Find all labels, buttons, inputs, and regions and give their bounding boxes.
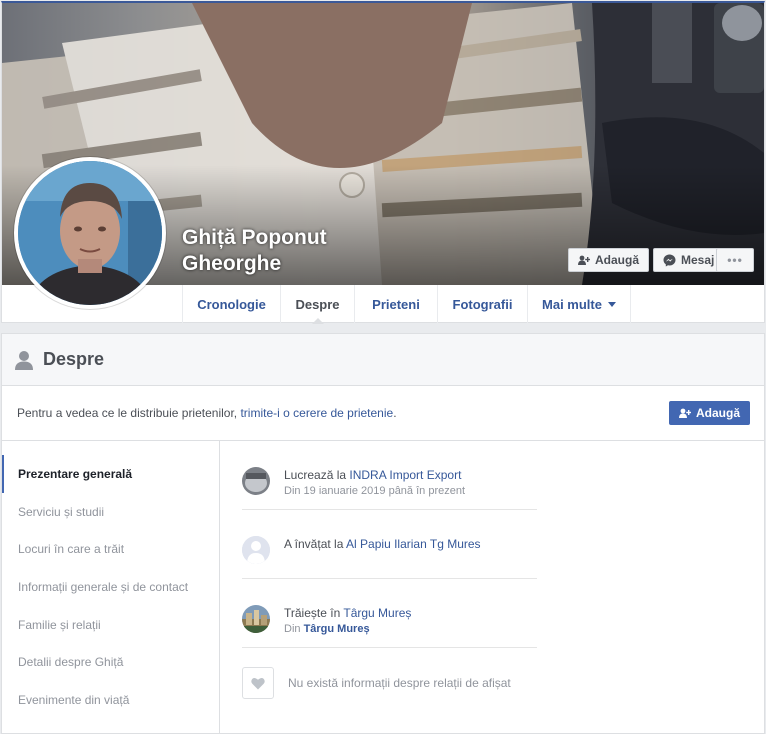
about-section: Despre Pentru a vedea ce le distribuie p… [1,333,765,734]
city-thumbnail-image [242,605,270,633]
nav-work-education[interactable]: Serviciu și studii [2,493,219,531]
school-thumbnail[interactable] [242,536,270,564]
tab-more[interactable]: Mai multe [528,285,631,323]
nav-family-relationships[interactable]: Familie și relații [2,606,219,644]
tab-more-label: Mai multe [542,296,602,312]
add-friend-button[interactable]: Adaugă [568,248,650,272]
overview-relationship: Nu există informații despre relații de a… [242,648,537,717]
overview-education: A învățat la Al Papiu Ilarian Tg Mures [242,510,537,579]
profile-name[interactable]: Ghiță Poponut Gheorghe [182,225,402,277]
friend-request-prompt: Pentru a vedea ce le distribuie prieteni… [17,406,397,420]
avatar [18,161,162,305]
city-thumbnail[interactable] [242,605,270,633]
tab-timeline[interactable]: Cronologie [183,285,281,323]
message-button[interactable]: Mesaj [653,248,725,272]
education-line: A învățat la Al Papiu Ilarian Tg Mures [284,536,481,552]
school-placeholder-icon [242,536,270,564]
nav-contact-info[interactable]: Informații generale și de contact [2,568,219,606]
work-prefix: Lucrează la [284,468,350,482]
add-friend-label: Adaugă [595,253,640,267]
overview-work: Lucrează la INDRA Import Export Din 19 i… [242,441,537,510]
current-city-link[interactable]: Târgu Mureș [343,606,411,620]
employer-link[interactable]: INDRA Import Export [349,468,461,482]
profile-name-line1[interactable]: Ghiță Poponut [182,225,402,251]
more-options-button[interactable]: ••• [716,248,754,272]
profile-tabs: Cronologie Despre Prieteni Fotografii Ma… [182,285,631,324]
tab-photos-label: Fotografii [452,296,513,312]
add-friend-icon [578,255,590,265]
tab-friends-label: Prieteni [372,296,420,312]
profile-name-line2[interactable]: Gheorghe [182,251,402,277]
nav-details[interactable]: Detalii despre Ghiță [2,643,219,681]
messenger-icon [663,254,676,266]
add-friend-icon [678,408,691,418]
hometown-line: Din Târgu Mureș [284,621,411,637]
more-dots-icon: ••• [727,253,743,267]
tab-about-label: Despre [295,296,340,312]
avatar-image [18,161,162,305]
hometown-prefix: Din [284,623,304,635]
about-header: Despre [2,334,764,386]
company-thumbnail[interactable] [242,467,270,495]
about-title: Despre [43,349,105,369]
work-line: Lucrează la INDRA Import Export [284,467,465,483]
nav-places-lived[interactable]: Locuri în care a trăit [2,530,219,568]
tab-friends[interactable]: Prieteni [355,285,438,323]
about-nav: Prezentare generală Serviciu și studii L… [2,441,220,733]
send-friend-request-link[interactable]: trimite-i o cerere de prietenie [240,406,393,420]
hometown-link[interactable]: Târgu Mureș [304,623,370,635]
nav-life-events[interactable]: Evenimente din viață [2,681,219,719]
add-friend-blue-label: Adaugă [695,406,740,420]
lives-prefix: Trăiește în [284,606,344,620]
heart-icon [251,677,265,689]
lives-line: Trăiește în Târgu Mureș [284,605,411,621]
relationship-empty-text: Nu există informații despre relații de a… [288,676,511,690]
friend-prompt-end: . [393,406,397,420]
education-prefix: A învățat la [284,537,347,551]
profile-picture[interactable] [14,157,166,309]
overview-list: Lucrează la INDRA Import Export Din 19 i… [220,441,764,733]
chevron-down-icon [607,301,616,307]
tab-photos[interactable]: Fotografii [438,285,528,323]
friend-prompt-text: Pentru a vedea ce le distribuie prieteni… [17,406,241,420]
work-dates: Din 19 ianuarie 2019 până în prezent [284,485,466,497]
friend-request-bar: Pentru a vedea ce le distribuie prieteni… [2,386,764,441]
about-body: Prezentare generală Serviciu și studii L… [2,441,764,733]
relationship-placeholder [242,667,274,699]
company-thumbnail-image [242,467,270,495]
overview-lives: Trăiește în Târgu Mureș Din Târgu Mureș [242,579,537,648]
add-friend-blue-button[interactable]: Adaugă [668,401,750,425]
message-label: Mesaj [681,253,715,267]
person-icon [15,350,33,370]
school-link[interactable]: Al Papiu Ilarian Tg Mures [346,537,481,551]
tab-about[interactable]: Despre [281,285,355,324]
nav-overview[interactable]: Prezentare generală [2,455,219,493]
tab-timeline-label: Cronologie [197,296,266,312]
